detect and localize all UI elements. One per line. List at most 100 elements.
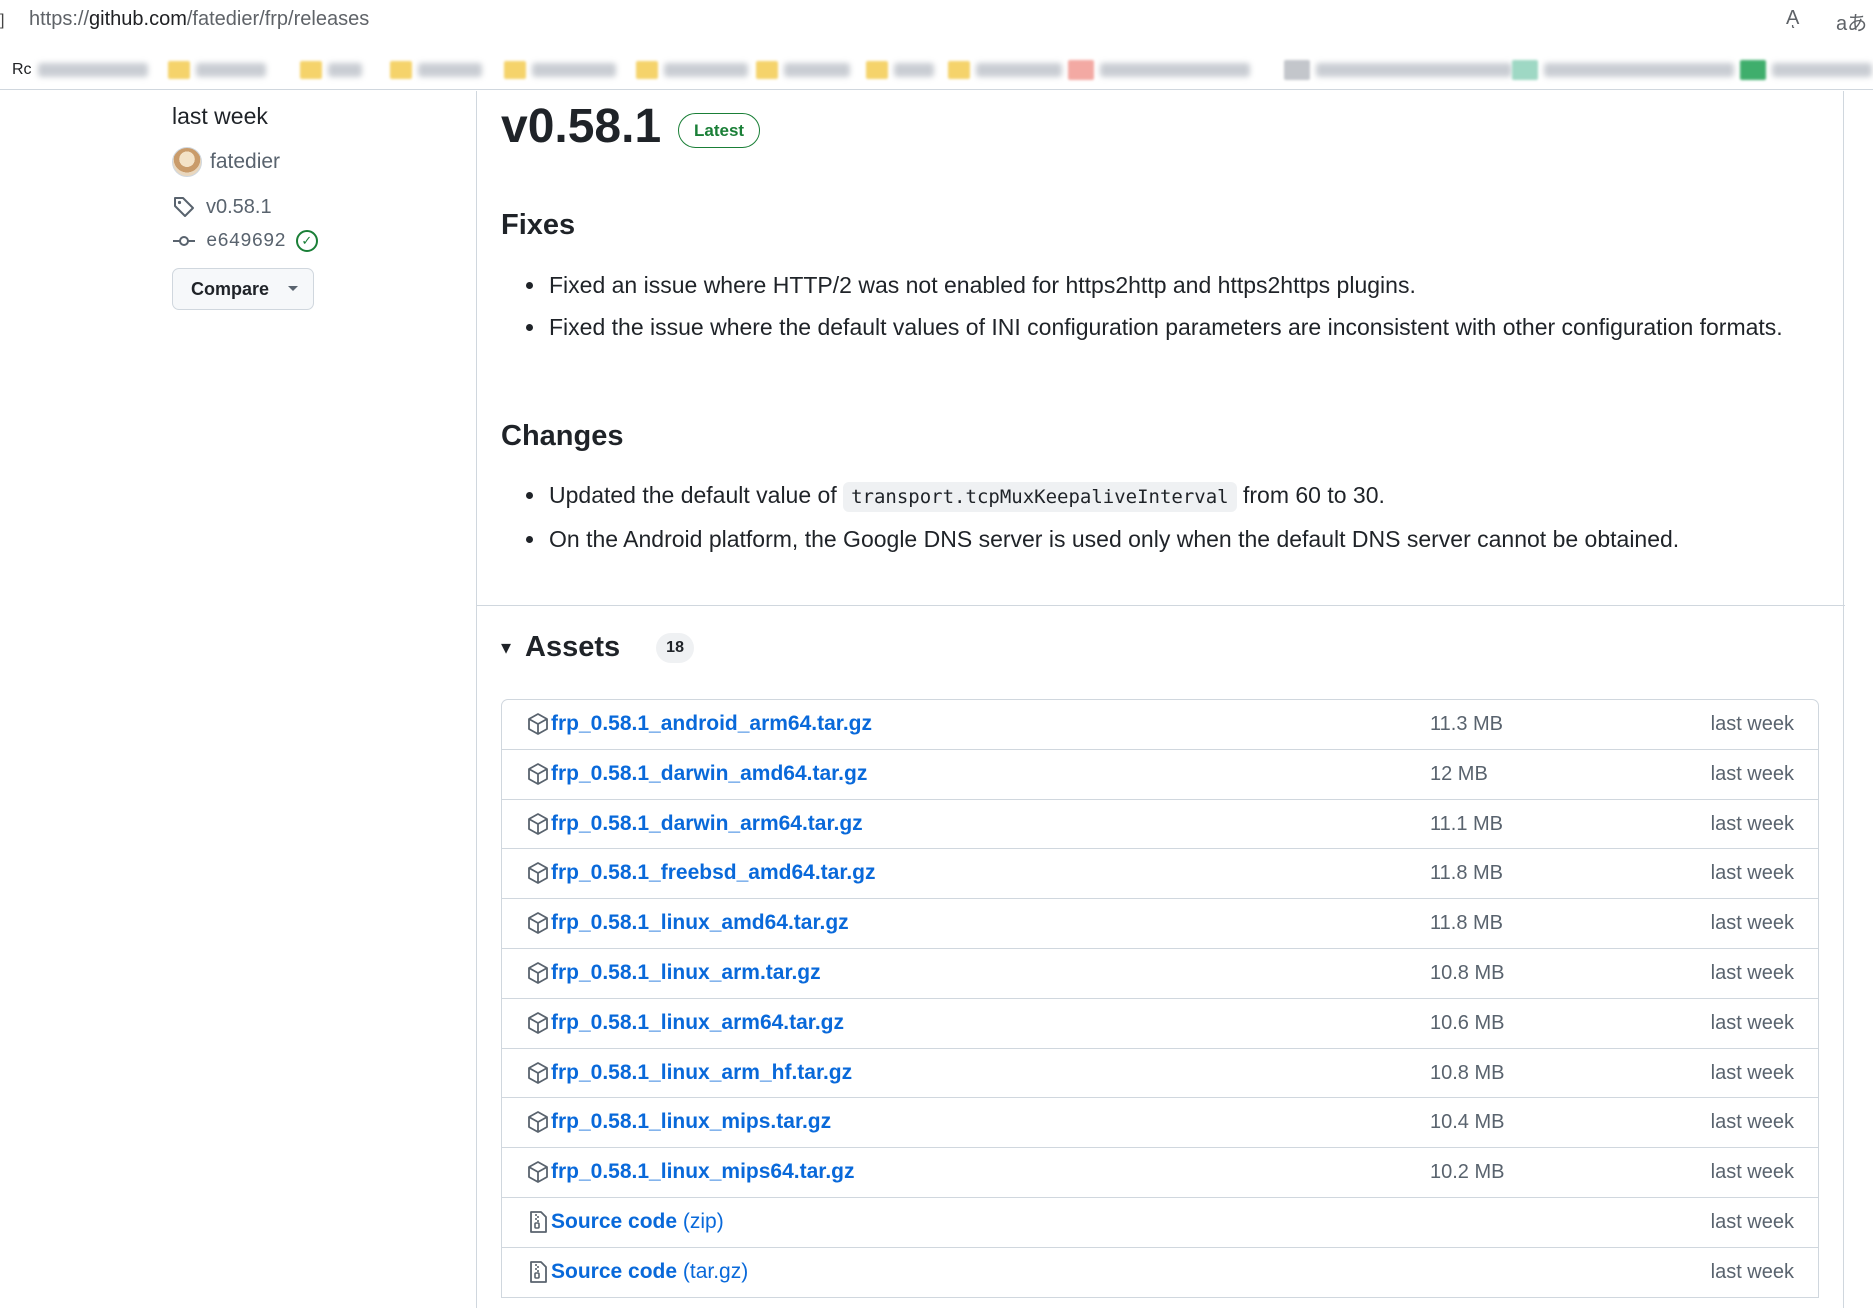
release-commit[interactable]: e649692 ✓: [172, 229, 318, 253]
asset-name[interactable]: frp_0.58.1_linux_mips64.tar.gz: [551, 1160, 854, 1183]
assets-title[interactable]: Assets: [525, 631, 620, 664]
site-icon: [1740, 60, 1766, 80]
config-key-code: transport.tcpMuxKeepaliveInterval: [843, 482, 1237, 512]
release-author[interactable]: fatedier: [172, 147, 280, 177]
release-tag[interactable]: v0.58.1: [172, 195, 272, 219]
folder-icon: [756, 61, 778, 79]
asset-row: frp_0.58.1_freebsd_amd64.tar.gz 11.8 MB la…: [502, 849, 1818, 900]
asset-download-link[interactable]: frp_0.58.1_linux_amd64.tar.gz: [551, 911, 849, 935]
package-icon: [528, 1061, 548, 1084]
asset-download-link[interactable]: frp_0.58.1_darwin_arm64.tar.gz: [551, 812, 863, 836]
asset-download-link[interactable]: frp_0.58.1_android_arm64.tar.gz: [551, 712, 872, 736]
bookmark-item[interactable]: Rc: [12, 58, 148, 82]
asset-download-link[interactable]: frp_0.58.1_darwin_amd64.tar.gz: [551, 762, 867, 786]
asset-name[interactable]: frp_0.58.1_linux_arm_hf.tar.gz: [551, 1061, 852, 1084]
asset-download-link[interactable]: frp_0.58.1_linux_mips64.tar.gz: [551, 1160, 854, 1184]
url-field[interactable]: https://github.com/fatedier/frp/releases: [29, 8, 369, 31]
blurred-label: [1772, 63, 1872, 77]
asset-name-suffix[interactable]: (tar.gz): [677, 1260, 748, 1283]
asset-date: last week: [1710, 1061, 1794, 1084]
read-aloud-icon[interactable]: Aͅ: [1786, 7, 1799, 30]
asset-name[interactable]: frp_0.58.1_linux_amd64.tar.gz: [551, 911, 849, 934]
package-icon: [528, 713, 548, 735]
asset-name[interactable]: frp_0.58.1_linux_mips.tar.gz: [551, 1110, 831, 1133]
verified-check-icon[interactable]: ✓: [295, 230, 318, 252]
bookmark-item[interactable]: [1740, 58, 1872, 82]
site-icon: [1512, 60, 1538, 80]
asset-name-suffix[interactable]: (zip): [677, 1210, 724, 1233]
asset-name[interactable]: Source code: [551, 1210, 677, 1233]
bookmark-folder[interactable]: [390, 58, 482, 82]
asset-download-link[interactable]: frp_0.58.1_linux_mips.tar.gz: [551, 1110, 831, 1134]
translate-icon[interactable]: aあ: [1836, 7, 1867, 36]
compare-button[interactable]: Compare: [172, 268, 314, 310]
asset-name[interactable]: frp_0.58.1_android_arm64.tar.gz: [551, 712, 872, 735]
tag-icon: [174, 197, 194, 217]
changes-list: Updated the default value of transport.t…: [501, 477, 1791, 563]
release-title[interactable]: v0.58.1: [501, 99, 661, 154]
asset-name[interactable]: frp_0.58.1_linux_arm64.tar.gz: [551, 1011, 844, 1034]
package-icon: [528, 912, 548, 935]
avatar[interactable]: [172, 147, 202, 177]
author-name[interactable]: fatedier: [210, 150, 280, 174]
asset-name[interactable]: frp_0.58.1_darwin_amd64.tar.gz: [551, 762, 867, 785]
bookmark-folder[interactable]: [504, 58, 616, 82]
bookmark-folder[interactable]: [866, 58, 934, 82]
asset-row: Source code (tar.gz) last week: [502, 1248, 1818, 1298]
asset-size: 10.4 MB: [1430, 1111, 1505, 1134]
bookmark-item[interactable]: [1068, 58, 1250, 82]
blurred-label: [196, 63, 266, 77]
asset-download-link[interactable]: Source code (zip): [551, 1210, 724, 1234]
section-divider: [477, 605, 1845, 606]
asset-name[interactable]: frp_0.58.1_linux_arm.tar.gz: [551, 961, 821, 984]
asset-date: last week: [1710, 762, 1794, 785]
assets-header[interactable]: ▾ Assets 18: [501, 631, 694, 664]
blurred-label: [1100, 63, 1250, 77]
asset-download-link[interactable]: frp_0.58.1_linux_arm64.tar.gz: [551, 1011, 844, 1035]
bookmark-item[interactable]: [1284, 58, 1512, 82]
folder-icon: [390, 61, 412, 79]
commit-sha[interactable]: e649692: [206, 230, 286, 252]
changes-heading: Changes: [501, 420, 624, 452]
asset-date: last week: [1710, 713, 1794, 735]
url-host: github.com: [89, 8, 187, 30]
tag-label[interactable]: v0.58.1: [206, 196, 272, 219]
asset-date: last week: [1710, 912, 1794, 935]
asset-size: 10.8 MB: [1430, 1061, 1505, 1084]
bookmark-folder[interactable]: [300, 58, 362, 82]
bookmark-folder[interactable]: [948, 58, 1062, 82]
asset-download-link[interactable]: frp_0.58.1_linux_arm_hf.tar.gz: [551, 1061, 852, 1085]
folder-icon: [636, 61, 658, 79]
asset-row: frp_0.58.1_darwin_arm64.tar.gz 11.1 MB las…: [502, 800, 1818, 850]
asset-download-link[interactable]: Source code (tar.gz): [551, 1260, 748, 1284]
folder-icon: [300, 61, 322, 79]
bookmark-item[interactable]: [1512, 58, 1734, 82]
blurred-label: [418, 63, 482, 77]
asset-date: last week: [1710, 1210, 1794, 1233]
bookmark-folder[interactable]: [168, 58, 266, 82]
bookmark-folder[interactable]: [636, 58, 748, 82]
blurred-label: [328, 63, 362, 77]
caret-down-icon: [288, 286, 299, 291]
asset-download-link[interactable]: frp_0.58.1_freebsd_amd64.tar.gz: [551, 861, 876, 885]
release-card: v0.58.1 Latest Fixes Fixed an issue wher…: [476, 91, 1845, 1308]
expand-triangle-icon[interactable]: ▾: [501, 635, 511, 660]
asset-date: last week: [1710, 1161, 1794, 1184]
asset-name[interactable]: frp_0.58.1_darwin_arm64.tar.gz: [551, 812, 863, 835]
package-icon: [528, 862, 548, 885]
asset-date: last week: [1710, 812, 1794, 835]
asset-size: 10.2 MB: [1430, 1161, 1505, 1184]
address-bar: ] https://github.com/fatedier/frp/releas…: [0, 0, 1873, 40]
blurred-label: [1544, 63, 1734, 77]
asset-name[interactable]: Source code: [551, 1260, 677, 1283]
asset-row: frp_0.58.1_darwin_amd64.tar.gz 12 MB last …: [502, 750, 1818, 800]
asset-name[interactable]: frp_0.58.1_freebsd_amd64.tar.gz: [551, 861, 876, 884]
bookmark-folder[interactable]: [756, 58, 850, 82]
list-item: Fixed an issue where HTTP/2 was not enab…: [501, 267, 1791, 303]
list-item: Updated the default value of transport.t…: [501, 477, 1791, 515]
package-icon: [528, 1011, 548, 1034]
package-icon: [528, 1111, 548, 1134]
bookmarks-bar: Rc: [0, 50, 1873, 90]
asset-download-link[interactable]: frp_0.58.1_linux_arm.tar.gz: [551, 961, 821, 985]
change-text: from 60 to 30.: [1236, 482, 1385, 508]
